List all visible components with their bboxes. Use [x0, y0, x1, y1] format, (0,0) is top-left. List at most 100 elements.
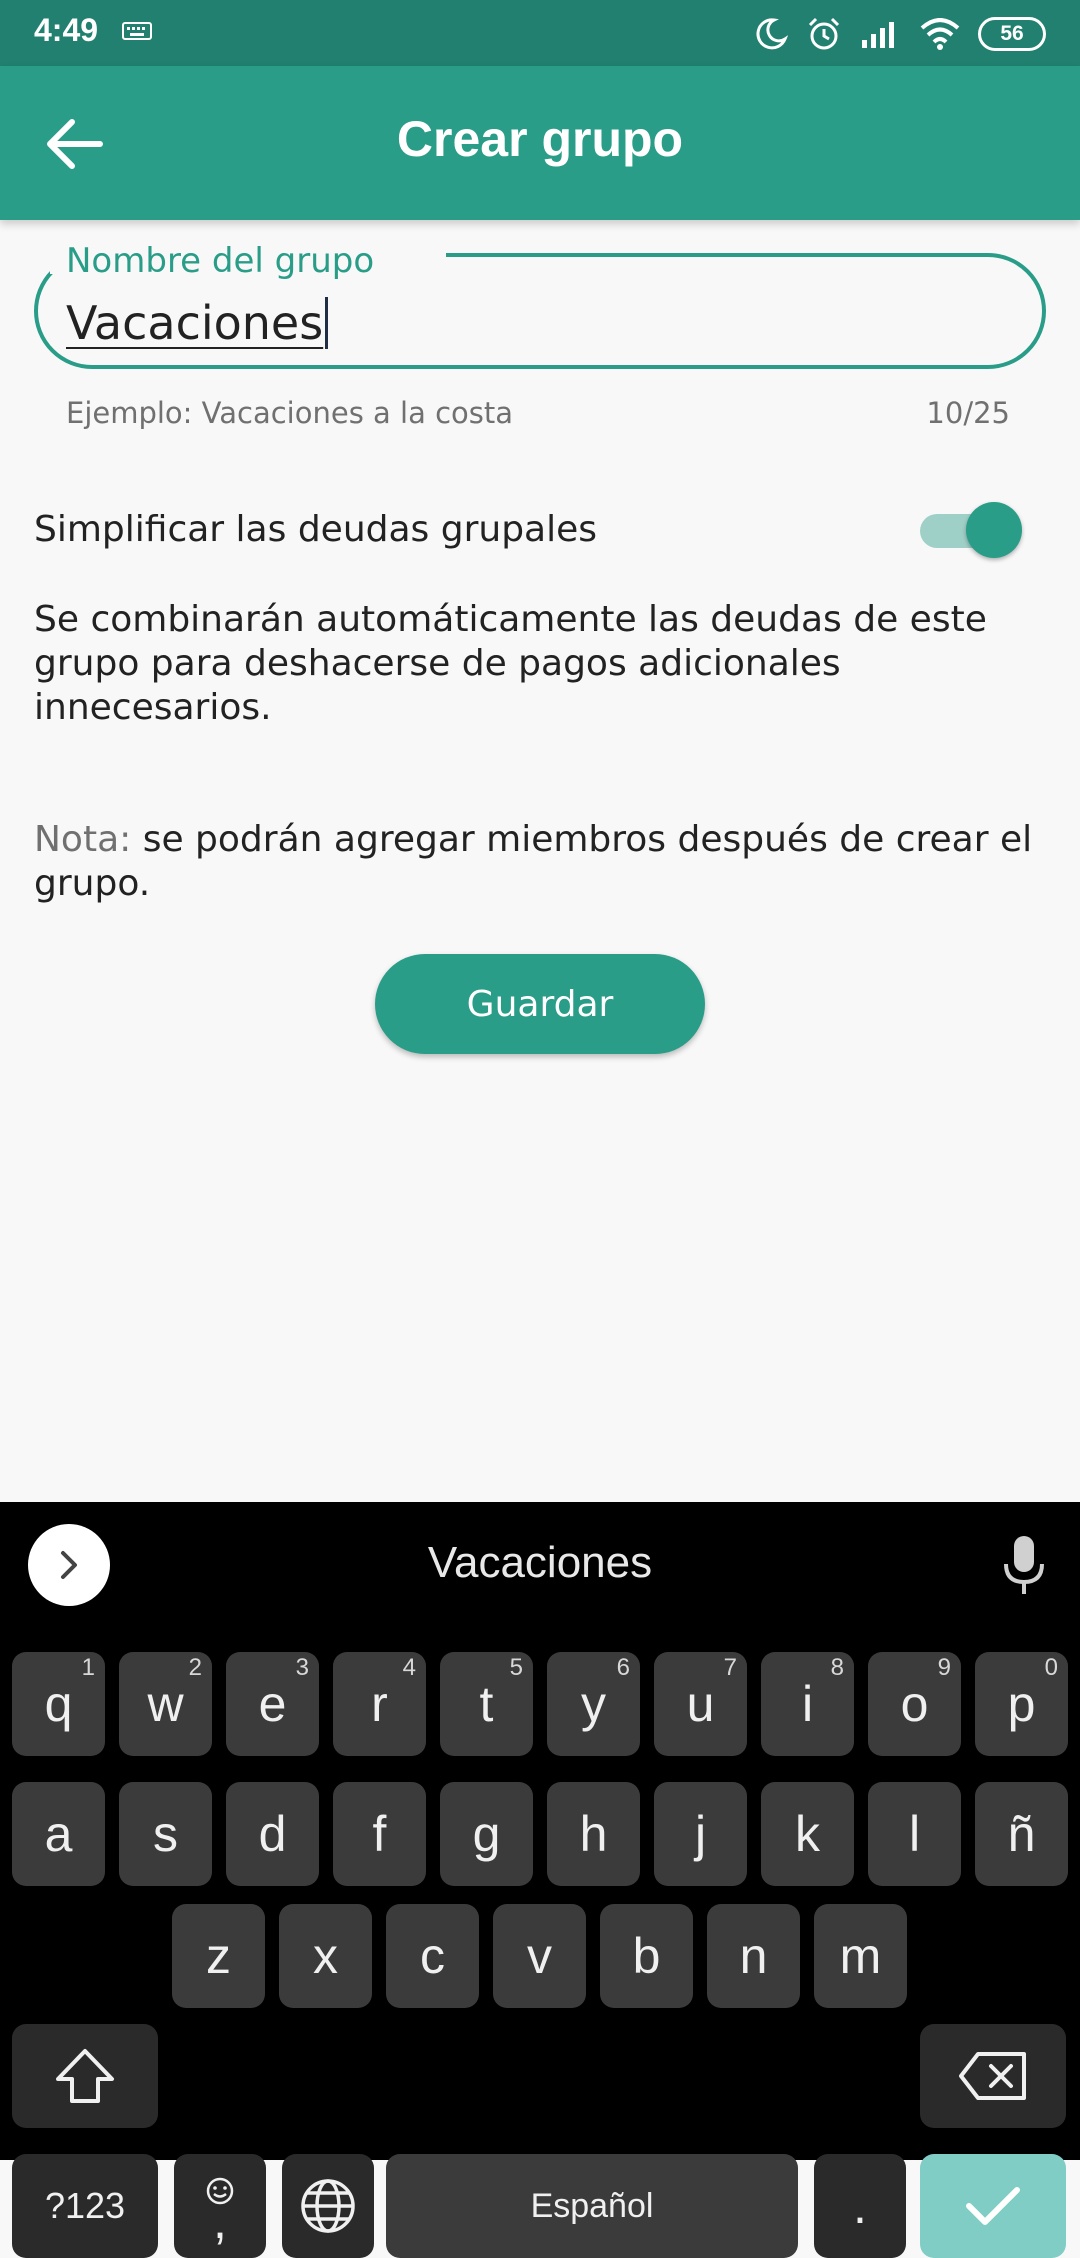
key-label: k	[795, 1806, 820, 1862]
key-hint: 0	[1044, 1654, 1058, 1681]
key-label: q	[44, 1676, 73, 1732]
key-label: m	[839, 1928, 882, 1984]
key-r[interactable]: r4	[333, 1652, 426, 1756]
key-d[interactable]: d	[226, 1782, 319, 1886]
key-label: y	[581, 1676, 606, 1732]
simplify-debts-label: Simplificar las deudas grupales	[34, 509, 598, 550]
key-label: s	[153, 1806, 178, 1862]
key-hint: 9	[937, 1654, 951, 1681]
key-label: z	[206, 1928, 231, 1984]
do-not-disturb-moon-icon	[756, 18, 788, 50]
checkmark-icon	[966, 2187, 1020, 2225]
microphone-icon[interactable]	[1000, 1534, 1048, 1598]
key-i[interactable]: i8	[761, 1652, 854, 1756]
backspace-icon	[959, 2052, 1026, 2100]
key-q[interactable]: q1	[12, 1652, 105, 1756]
key-label: ñ	[1007, 1806, 1036, 1862]
key-label: l	[908, 1806, 921, 1862]
status-icons: 56	[754, 12, 1046, 56]
key-z[interactable]: z	[172, 1904, 265, 2008]
key-ñ[interactable]: ñ	[975, 1782, 1068, 1886]
enter-key[interactable]	[920, 2154, 1066, 2258]
space-key[interactable]: Español	[386, 2154, 798, 2258]
key-a[interactable]: a	[12, 1782, 105, 1886]
key-label: b	[632, 1928, 661, 1984]
key-label: a	[44, 1806, 73, 1862]
key-w[interactable]: w2	[119, 1652, 212, 1756]
key-c[interactable]: c	[386, 1904, 479, 2008]
key-label: j	[694, 1806, 707, 1862]
key-label: p	[1007, 1676, 1036, 1732]
text-cursor	[325, 297, 329, 349]
key-p[interactable]: p0	[975, 1652, 1068, 1756]
backspace-key[interactable]	[920, 2024, 1066, 2128]
battery-level: 56	[1000, 22, 1024, 45]
key-hint: 2	[188, 1654, 202, 1681]
key-hint: 6	[616, 1654, 630, 1681]
key-label: r	[371, 1676, 388, 1732]
soft-keyboard: Vacaciones q1w2e3r4t5y6u7i8o9p0 asdfghjk…	[0, 1502, 1080, 2258]
key-label: d	[258, 1806, 287, 1862]
wifi-icon	[920, 18, 960, 50]
key-label: g	[472, 1806, 501, 1862]
key-label: e	[258, 1676, 287, 1732]
character-counter: 10/25	[926, 396, 1010, 430]
language-key[interactable]	[282, 2154, 374, 2258]
key-hint: 3	[295, 1654, 309, 1681]
key-label: u	[686, 1676, 715, 1732]
members-note: Nota: se podrán agregar miembros después…	[34, 818, 1044, 906]
battery-indicator: 56	[978, 17, 1046, 51]
group-name-helper: Ejemplo: Vacaciones a la costa	[66, 396, 514, 430]
shift-icon	[56, 2049, 114, 2103]
key-j[interactable]: j	[654, 1782, 747, 1886]
group-name-text: Vacaciones	[66, 296, 324, 350]
key-label: o	[900, 1676, 929, 1732]
simplify-debts-description: Se combinarán automáticamente las deudas…	[34, 599, 987, 728]
key-label: c	[420, 1928, 445, 1984]
key-hint: 4	[402, 1654, 416, 1681]
key-g[interactable]: g	[440, 1782, 533, 1886]
key-label: i	[801, 1676, 814, 1732]
key-h[interactable]: h	[547, 1782, 640, 1886]
key-hint: 8	[830, 1654, 844, 1681]
key-l[interactable]: l	[868, 1782, 961, 1886]
period-key[interactable]: .	[814, 2154, 906, 2258]
key-x[interactable]: x	[279, 1904, 372, 2008]
shift-key[interactable]	[12, 2024, 158, 2128]
toggle-thumb	[966, 502, 1022, 558]
keyboard-suggestion[interactable]: Vacaciones	[0, 1538, 1080, 1588]
key-y[interactable]: y6	[547, 1652, 640, 1756]
key-label: v	[527, 1928, 552, 1984]
key-hint: 1	[81, 1654, 95, 1681]
key-s[interactable]: s	[119, 1782, 212, 1886]
key-hint: 7	[723, 1654, 737, 1681]
save-button-label: Guardar	[466, 983, 614, 1025]
page-title: Crear grupo	[396, 111, 684, 167]
key-label: x	[313, 1928, 338, 1984]
key-v[interactable]: v	[493, 1904, 586, 2008]
key-f[interactable]: f	[333, 1782, 426, 1886]
symbols-key[interactable]: ?123	[12, 2154, 158, 2258]
comma-emoji-key[interactable]: ,	[174, 2154, 266, 2258]
key-t[interactable]: t5	[440, 1652, 533, 1756]
key-u[interactable]: u7	[654, 1652, 747, 1756]
save-button[interactable]: Guardar	[375, 954, 705, 1054]
key-m[interactable]: m	[814, 1904, 907, 2008]
key-label: w	[147, 1676, 184, 1732]
key-e[interactable]: e3	[226, 1652, 319, 1756]
key-k[interactable]: k	[761, 1782, 854, 1886]
app-bar: Crear grupo	[0, 66, 1080, 220]
note-text: se podrán agregar miembros después de cr…	[34, 819, 1033, 904]
status-time: 4:49	[34, 12, 99, 48]
key-o[interactable]: o9	[868, 1652, 961, 1756]
keyboard-notification-icon	[122, 22, 152, 40]
simplify-debts-toggle[interactable]	[918, 502, 1022, 558]
key-label: t	[479, 1676, 494, 1732]
key-n[interactable]: n	[707, 1904, 800, 2008]
key-label: n	[739, 1928, 768, 1984]
group-name-value[interactable]: Vacaciones	[66, 296, 329, 350]
status-bar: 4:49 56	[0, 0, 1080, 66]
emoji-icon	[206, 2177, 234, 2205]
key-b[interactable]: b	[600, 1904, 693, 2008]
key-label: h	[579, 1806, 608, 1862]
